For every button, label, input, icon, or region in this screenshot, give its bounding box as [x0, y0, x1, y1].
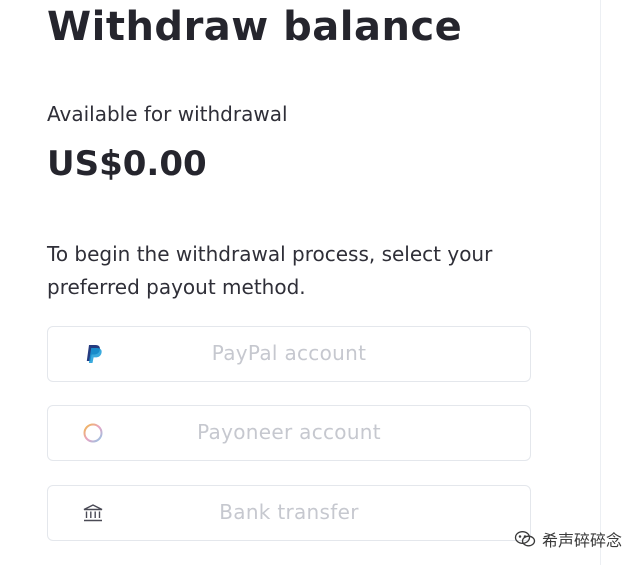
paypal-method-button[interactable]: PayPal account — [47, 326, 531, 382]
watermark-text: 希声碎碎念 — [541, 531, 622, 550]
page-title: Withdraw balance — [47, 4, 463, 50]
bank-transfer-method-label: Bank transfer — [219, 500, 359, 524]
payoneer-method-button[interactable]: Payoneer account — [47, 405, 531, 461]
bank-transfer-method-button[interactable]: Bank transfer — [47, 485, 531, 541]
wechat-icon — [514, 530, 536, 548]
instruction-text: To begin the withdrawal process, select … — [47, 242, 493, 299]
available-label: Available for withdrawal — [47, 102, 288, 126]
watermark: 希声碎碎念 — [514, 527, 622, 551]
paypal-method-label: PayPal account — [211, 341, 367, 365]
withdraw-page: Withdraw balance Available for withdrawa… — [0, 0, 640, 565]
balance-amount: US$0.00 — [47, 144, 207, 184]
payoneer-method-label: Payoneer account — [197, 420, 381, 444]
